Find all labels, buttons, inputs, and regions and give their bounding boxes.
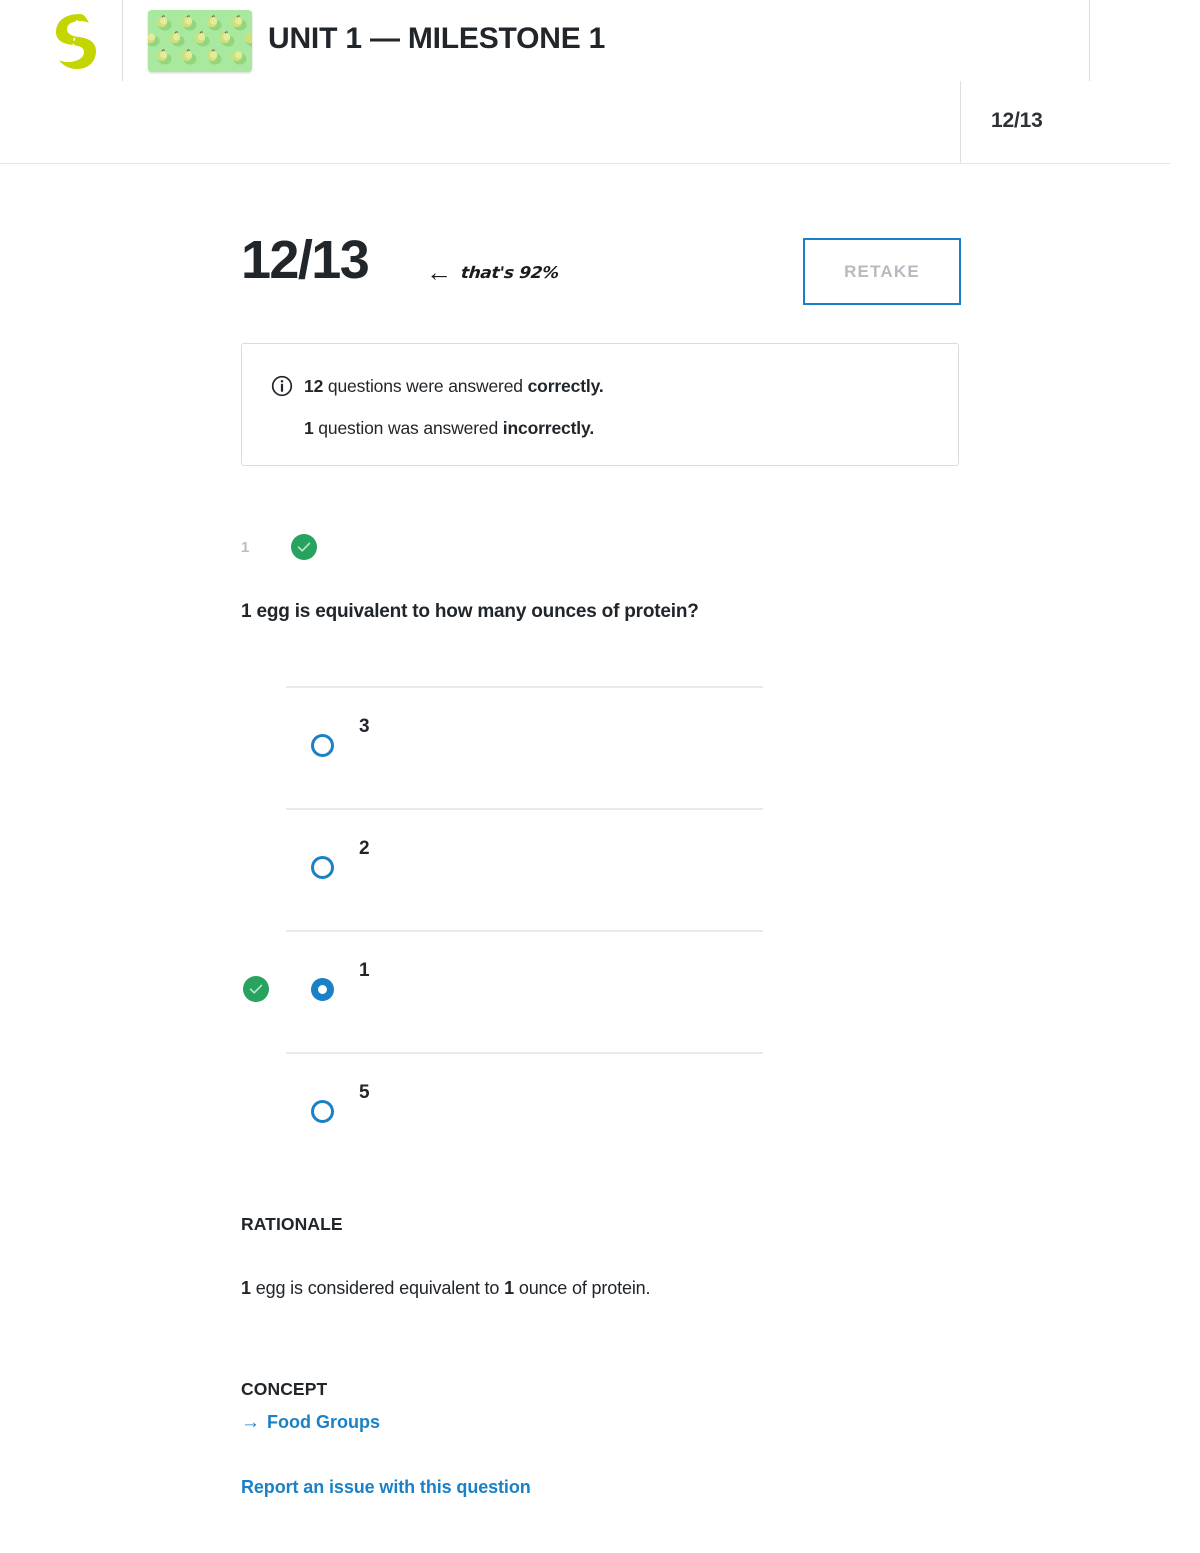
question-header-row: 1 (241, 534, 317, 560)
answer-option-3[interactable]: 1 (241, 932, 801, 1052)
info-circle-icon (271, 375, 293, 397)
answer-option-label: 2 (359, 838, 370, 859)
handwritten-annotation: ← that's 92% (426, 257, 560, 287)
incorrect-count: 1 (304, 418, 314, 438)
rationale-tail-text: ounce of protein. (513, 1278, 651, 1298)
annotation-arrow-icon: ← (426, 257, 452, 287)
concept-link-food-groups[interactable]: → Food Groups (241, 1412, 380, 1433)
info-line-correct: 12 questions were answered correctly. (304, 376, 604, 397)
correct-period: . (598, 376, 604, 396)
radio-option-4[interactable] (311, 1100, 334, 1123)
green-check-circle-icon (291, 534, 317, 560)
incorrect-text: question was answered (313, 418, 503, 438)
concept-heading: CONCEPT (241, 1379, 328, 1399)
rationale-lead-number: 1 (241, 1278, 251, 1298)
correct-text: questions were answered (323, 376, 528, 396)
results-info-box: 12 questions were answered correctly. 1 … (241, 343, 959, 466)
milestone-results-page: UNIT 1 — MILESTONE 1 12/13 12/13 ← that'… (0, 0, 1200, 1553)
header-divider-right-top (1089, 0, 1090, 81)
radio-option-2[interactable] (311, 856, 334, 879)
overall-score: 12/13 (241, 230, 370, 290)
header-divider-right-bottom (960, 81, 961, 163)
rationale-ounce-number: 1 (504, 1278, 514, 1298)
report-issue-link[interactable]: Report an issue with this question (241, 1477, 531, 1498)
radio-option-1[interactable] (311, 734, 334, 757)
concept-link-label: Food Groups (267, 1412, 380, 1432)
arrow-right-icon: → (241, 1412, 260, 1433)
answer-option-1[interactable]: 3 (241, 688, 801, 808)
answer-option-2[interactable]: 2 (241, 810, 801, 930)
question-number: 1 (241, 538, 250, 556)
rationale-heading: RATIONALE (241, 1214, 343, 1234)
correct-emphasis: correctly (527, 376, 599, 396)
correct-answer-check-icon (243, 976, 269, 1002)
rationale-text: 1 egg is considered equivalent to 1 ounc… (241, 1278, 651, 1299)
answer-options-list: 3 2 1 5 (241, 686, 801, 1174)
page-header: UNIT 1 — MILESTONE 1 12/13 (0, 0, 1200, 164)
page-title: UNIT 1 — MILESTONE 1 (268, 22, 606, 55)
course-thumbnail-image (148, 10, 252, 72)
retake-button-label: RETAKE (844, 261, 920, 281)
header-bottom-divider (0, 163, 1170, 164)
correct-count: 12 (304, 376, 324, 396)
radio-option-3[interactable] (311, 978, 334, 1001)
incorrect-emphasis: incorrectly (502, 418, 590, 438)
info-line-incorrect: 1 question was answered incorrectly. (304, 418, 594, 439)
sophia-leaf-logo-icon[interactable] (50, 12, 98, 70)
answer-option-label: 5 (359, 1082, 370, 1103)
question-text: 1 egg is equivalent to how many ounces o… (241, 601, 699, 622)
annotation-text: that's 92% (460, 263, 560, 283)
header-score-badge: 12/13 (991, 109, 1043, 132)
incorrect-period: . (589, 418, 595, 438)
header-divider-left (122, 0, 123, 81)
answer-option-4[interactable]: 5 (241, 1054, 801, 1174)
retake-button[interactable]: RETAKE (803, 238, 961, 305)
answer-option-label: 1 (359, 960, 370, 981)
rationale-mid-text: egg is considered equivalent to (250, 1278, 505, 1298)
answer-option-label: 3 (359, 716, 370, 737)
